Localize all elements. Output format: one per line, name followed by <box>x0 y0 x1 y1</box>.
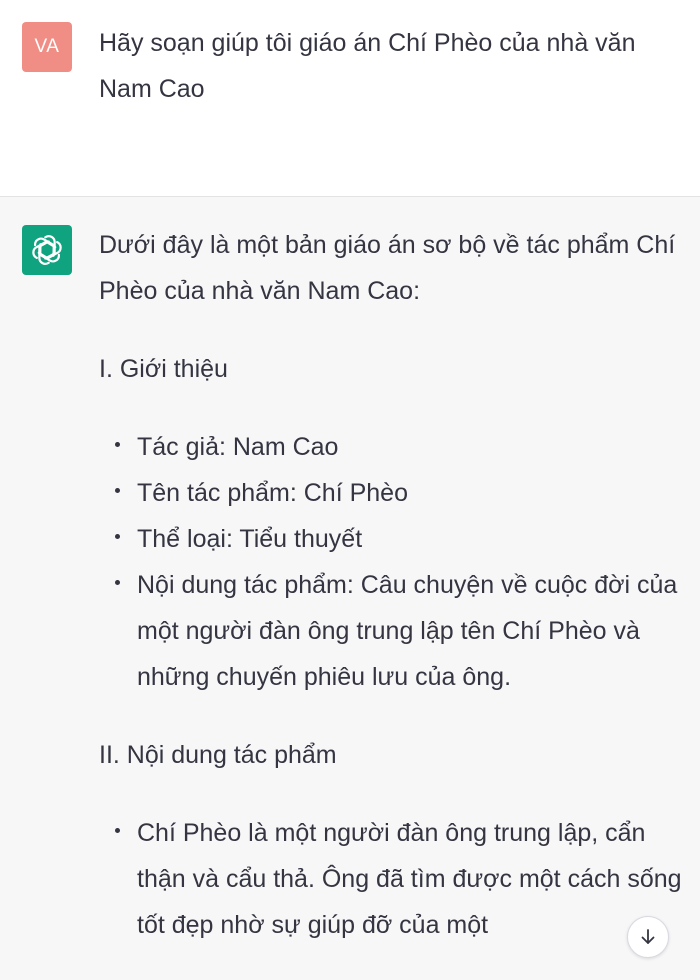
content-list: Chí Phèo là một người đàn ông trung lập,… <box>99 810 689 948</box>
section-heading-content: II. Nội dung tác phẩm <box>99 741 337 769</box>
scroll-to-bottom-button[interactable] <box>627 916 669 958</box>
user-avatar: VA <box>22 22 72 72</box>
list-item: Tên tác phẩm: Chí Phèo <box>115 470 689 516</box>
reply-intro: Dưới đây là một bản giáo án sơ bộ về tác… <box>99 231 676 305</box>
openai-logo-icon <box>22 225 72 275</box>
list-item: Chí Phèo là một người đàn ông trung lập,… <box>115 810 689 948</box>
list-item: Nội dung tác phẩm: Câu chuyện về cuộc đờ… <box>115 562 689 700</box>
section-heading-intro: I. Giới thiệu <box>99 355 228 383</box>
user-message-text: Hãy soạn giúp tôi giáo án Chí Phèo của n… <box>99 29 636 103</box>
assistant-message: Dưới đây là một bản giáo án sơ bộ về tác… <box>0 197 700 967</box>
list-item: Tác giả: Nam Cao <box>115 424 689 470</box>
assistant-reply: Dưới đây là một bản giáo án sơ bộ về tác… <box>99 222 689 980</box>
list-item: Thể loại: Tiểu thuyết <box>115 516 689 562</box>
arrow-down-icon <box>641 929 655 944</box>
user-message: VA Hãy soạn giúp tôi giáo án Chí Phèo củ… <box>0 0 700 197</box>
intro-list: Tác giả: Nam Cao Tên tác phẩm: Chí Phèo … <box>99 424 689 700</box>
